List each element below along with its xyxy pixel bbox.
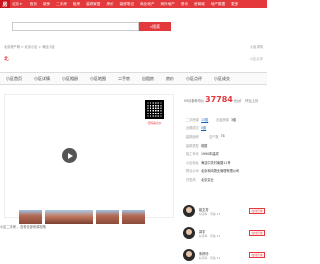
info-key: 物业公司: [186, 169, 199, 174]
tab-price[interactable]: 房价: [166, 76, 174, 82]
qr-code: [145, 100, 164, 119]
city-label: 北京: [12, 1, 19, 6]
agent-card: 郭宇 好评率 · 带看 13 在线咨询: [183, 222, 267, 244]
nav-item[interactable]: 资讯: [181, 2, 188, 7]
tab-second-hand[interactable]: 二手房: [118, 76, 130, 82]
consult-button[interactable]: 在线咨询: [249, 230, 265, 236]
info-key: 建筑面积: [186, 134, 199, 139]
info-value: 北京和鸿物业管理有限公司: [201, 169, 240, 174]
info-value: 北京实业: [201, 177, 214, 182]
photo-thumbnails: [19, 210, 145, 224]
search-button[interactable]: ⌕ 搜索: [139, 22, 171, 31]
agent-rating: 好评率 · 带看 13: [199, 233, 221, 238]
tab-map[interactable]: 小区地图: [90, 76, 106, 82]
price-summary: 09月参考均价 37784 元/㎡ 环比上月: [184, 95, 258, 104]
play-icon[interactable]: [62, 148, 77, 163]
info-value: 3套: [231, 117, 237, 122]
nav-item[interactable]: 房商城: [194, 2, 205, 7]
community-title: 北: [4, 57, 9, 62]
info-key: 竣工年代: [186, 152, 199, 157]
info-value-link[interactable]: 0套: [201, 125, 206, 130]
info-row: 小区地址 海淀中关村南路11号: [186, 158, 267, 167]
nav-item[interactable]: 装修笔记: [120, 2, 134, 7]
info-value-link[interactable]: 13套: [201, 117, 208, 122]
price-label: 09月参考均价: [184, 99, 204, 103]
nav-items: 首页 新房 二手房 租房 装修家居 房价 装修笔记 商业地产 海外地产 资讯 房…: [30, 2, 239, 7]
tab-album[interactable]: 小区相册: [62, 76, 78, 82]
info-key: 近期成交: [186, 126, 199, 131]
photo-thumbnail[interactable]: [96, 210, 119, 224]
agent-list: 姚文芳 好评率 · 带看 13 在线咨询 郭宇 好评率 · 带看 13 在线咨询…: [183, 200, 267, 264]
tab-detail[interactable]: 小区详情: [34, 76, 50, 82]
nav-item[interactable]: 新房: [43, 2, 50, 7]
qr-label: 扫码看房价: [147, 121, 162, 125]
nav-item[interactable]: 租房: [73, 2, 80, 7]
avatar: [183, 205, 195, 217]
avatar: [183, 227, 195, 239]
info-value: 1990年建成: [201, 152, 219, 157]
info-key: 总户数: [209, 134, 219, 139]
nav-item[interactable]: 地产数据: [211, 2, 225, 7]
agent-rating: 好评率 · 带看 13: [199, 211, 221, 216]
price-value: 37784: [205, 95, 233, 104]
chevron-down-icon: ▾: [20, 2, 22, 6]
consult-button[interactable]: 在线咨询: [249, 252, 265, 258]
nav-item[interactable]: 更多: [231, 2, 238, 7]
info-row: 建筑类型 塔楼: [186, 141, 267, 150]
info-key: 二手房源: [186, 117, 199, 122]
info-value: 海淀中关村南路11号: [201, 160, 231, 165]
nav-item[interactable]: 二手房: [56, 2, 67, 7]
info-row: 开发商 北京实业: [186, 175, 267, 184]
info-row: 近期成交 0套: [186, 124, 267, 133]
tab-deals[interactable]: 小区成交: [214, 76, 230, 82]
consult-button[interactable]: 在线咨询: [249, 208, 265, 214]
agent-rating: 好评率 · 带看 13: [199, 255, 221, 260]
nav-item[interactable]: 海外地产: [160, 2, 174, 7]
city-selector[interactable]: 北京 ▾: [12, 2, 22, 7]
detail-link[interactable]: 小区详情: [250, 44, 263, 49]
community-tabs: 小区首页 小区详情 小区相册 小区地图 二手房 出租房 房价 小区点评 小区成交: [0, 72, 267, 85]
nav-item[interactable]: 装修家居: [86, 2, 100, 7]
info-key: 出租房源: [216, 117, 229, 122]
info-row: 物业公司 北京和鸿物业管理有限公司: [186, 167, 267, 176]
price-change: 环比上月: [245, 99, 259, 103]
search-input[interactable]: [12, 22, 139, 31]
tab-rental[interactable]: 出租房: [142, 76, 154, 82]
search-button-label: 搜索: [152, 23, 161, 29]
info-key: 开发商: [186, 177, 196, 182]
agent-card: 姚文芳 好评率 · 带看 13 在线咨询: [183, 200, 267, 222]
nav-item[interactable]: 首页: [30, 2, 37, 7]
info-row: 竣工年代 1990年建成: [186, 149, 267, 158]
photo-thumbnail[interactable]: [19, 210, 42, 224]
avatar: [183, 249, 195, 261]
community-info: 二手房源 13套 出租房源 3套 近期成交 0套 建筑面积 总户数 74 建筑类…: [186, 115, 267, 184]
info-key: 小区地址: [186, 160, 199, 165]
info-key: 建筑类型: [186, 143, 199, 148]
info-value: 塔楼: [201, 143, 208, 148]
info-value: 74: [220, 134, 225, 139]
photo-thumbnail[interactable]: [122, 210, 145, 224]
nav-item[interactable]: 房价: [106, 2, 113, 7]
site-logo[interactable]: 房: [0, 0, 10, 8]
info-row: 二手房源 13套 出租房源 3套: [186, 115, 267, 124]
info-row: 建筑面积 总户数 74: [186, 132, 267, 141]
tab-comments[interactable]: 小区点评: [186, 76, 202, 82]
nav-item[interactable]: 商业地产: [140, 2, 154, 7]
price-unit: 元/㎡: [233, 99, 242, 103]
agent-card: 朱婷玲 好评率 · 带看 13 在线咨询: [183, 244, 267, 264]
footer-note[interactable]: 小区二手房 ，查看全部房源攻略: [0, 224, 46, 229]
breadcrumb: 北京房产网 > 北京小区 > 海淀小区: [4, 45, 55, 49]
photo-thumbnail[interactable]: [45, 210, 93, 224]
tab-home[interactable]: 小区首页: [6, 76, 22, 82]
top-nav: 房 北京 ▾ 首页 新房 二手房 租房 装修家居 房价 装修笔记 商业地产 海外…: [0, 0, 267, 8]
comment-link[interactable]: 小区点评: [249, 56, 263, 61]
